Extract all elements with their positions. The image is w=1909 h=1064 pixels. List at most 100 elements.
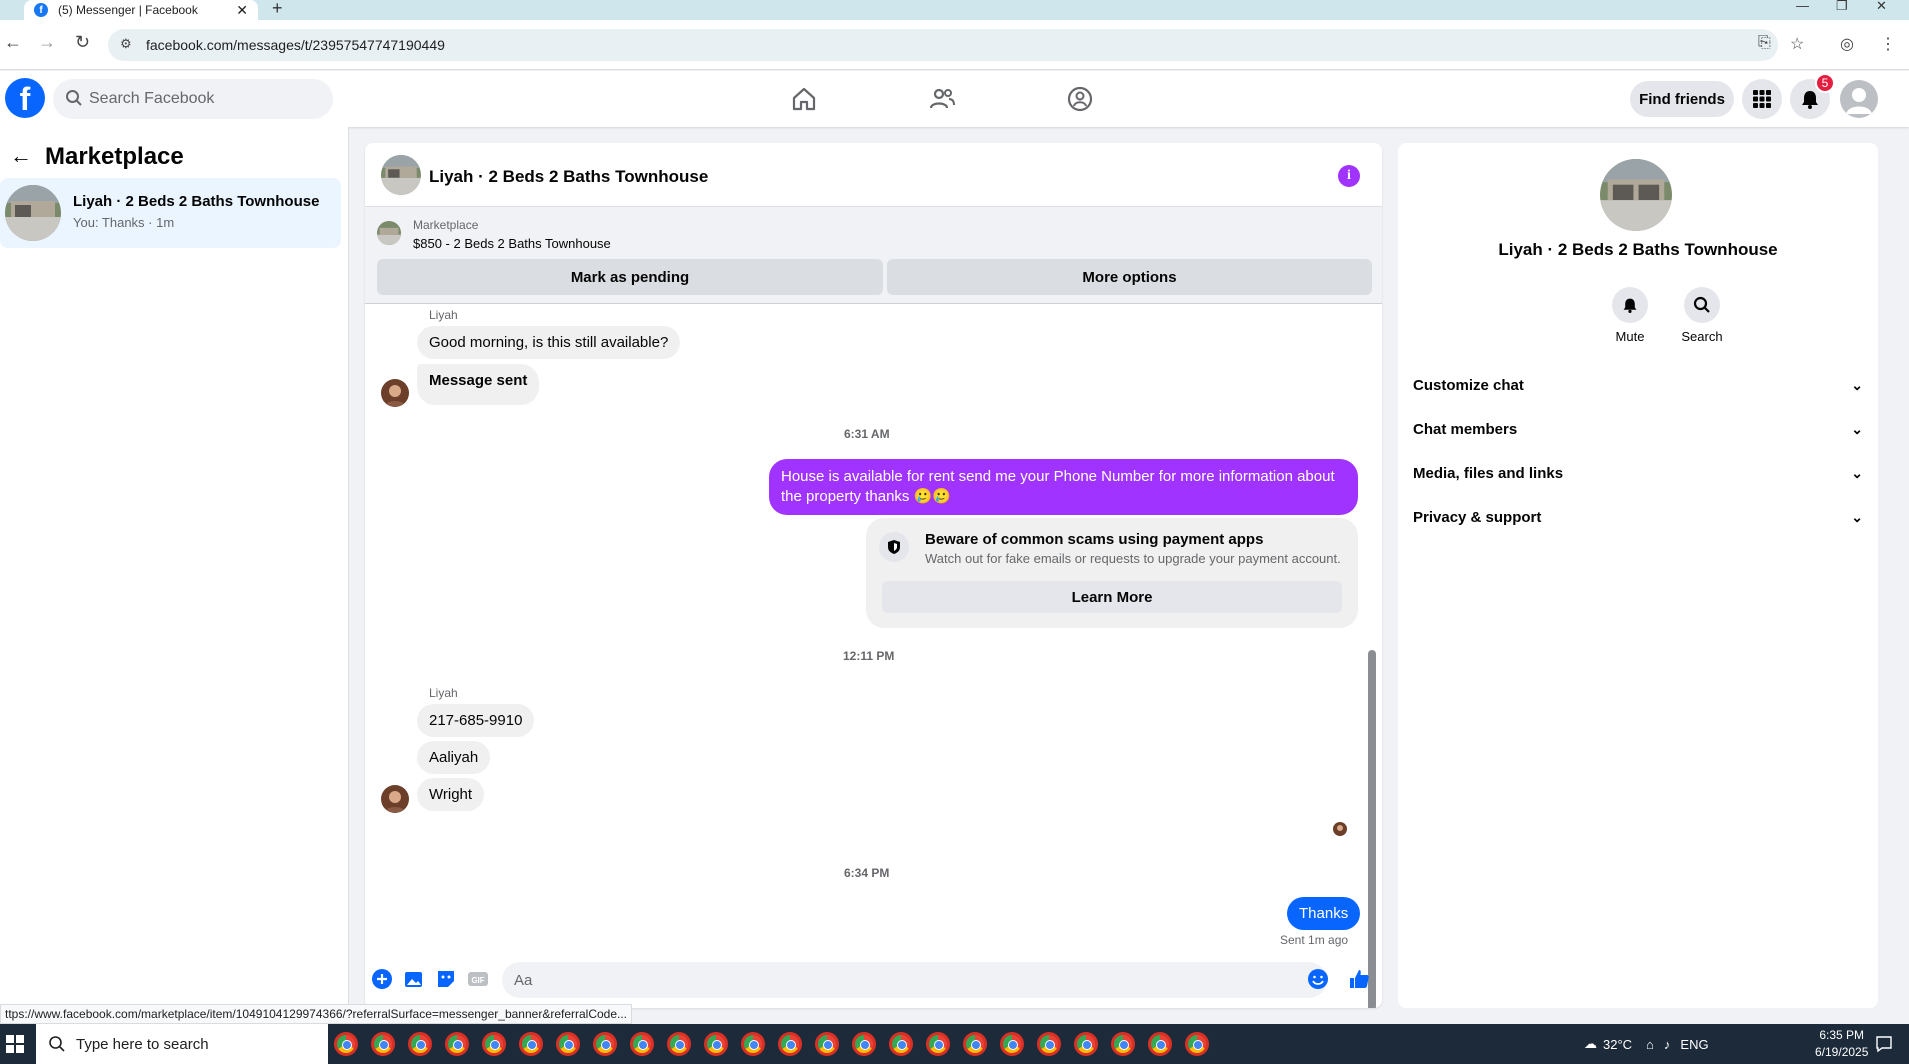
bookmark-star-icon[interactable]: ☆ bbox=[1790, 34, 1804, 54]
profile-icon[interactable]: ◎ bbox=[1840, 34, 1854, 54]
restore-icon[interactable]: ❐ bbox=[1836, 0, 1848, 14]
chrome-icon[interactable] bbox=[889, 1032, 913, 1056]
facebook-search-input[interactable]: Search Facebook bbox=[53, 79, 333, 119]
message-input[interactable]: Aa bbox=[502, 962, 1327, 998]
listing-photo[interactable] bbox=[1600, 159, 1672, 231]
media-files-links-row[interactable]: Media, files and links ⌄ bbox=[1413, 455, 1863, 491]
network-icon[interactable]: ⌂ bbox=[1646, 1037, 1654, 1052]
listing-price-title[interactable]: $850 - 2 Beds 2 Baths Townhouse bbox=[413, 236, 611, 251]
clock-time: 6:35 PM bbox=[1819, 1028, 1865, 1042]
chrome-icon[interactable] bbox=[1111, 1032, 1135, 1056]
home-icon[interactable] bbox=[790, 85, 818, 113]
incoming-message[interactable]: Aaliyah bbox=[417, 741, 491, 774]
taskbar-clock[interactable]: 6:35 PM 6/19/2025 bbox=[1815, 1027, 1868, 1061]
scroll-thumb[interactable] bbox=[1368, 650, 1376, 1008]
chrome-icon[interactable] bbox=[1074, 1032, 1098, 1056]
weather-cloud-icon[interactable]: ☁ bbox=[1584, 1036, 1597, 1052]
friends-icon[interactable] bbox=[928, 85, 956, 113]
temperature[interactable]: 32°C bbox=[1603, 1037, 1632, 1052]
plus-circle-icon[interactable] bbox=[371, 968, 393, 990]
mark-as-pending-button[interactable]: Mark as pending bbox=[377, 259, 883, 295]
find-friends-button[interactable]: Find friends bbox=[1630, 81, 1734, 117]
chrome-icon[interactable] bbox=[1000, 1032, 1024, 1056]
customize-chat-row[interactable]: Customize chat ⌄ bbox=[1413, 367, 1863, 403]
bell-icon bbox=[1612, 287, 1648, 323]
menu-kebab-icon[interactable]: ⋮ bbox=[1880, 34, 1896, 54]
minimize-icon[interactable]: — bbox=[1796, 0, 1809, 13]
language-indicator[interactable]: ENG bbox=[1680, 1037, 1708, 1052]
menu-grid-button[interactable] bbox=[1742, 79, 1782, 119]
incoming-message[interactable]: Wright bbox=[417, 778, 485, 811]
photo-icon[interactable] bbox=[403, 968, 425, 990]
notification-center-icon[interactable] bbox=[1875, 1035, 1893, 1053]
site-info-icon[interactable]: ⚙ bbox=[120, 36, 132, 52]
mute-button[interactable]: Mute bbox=[1600, 287, 1660, 344]
shield-icon bbox=[879, 532, 909, 562]
taskbar-search-input[interactable]: Type here to search bbox=[36, 1024, 328, 1064]
more-options-button[interactable]: More options bbox=[887, 259, 1372, 295]
info-icon[interactable]: i bbox=[1338, 165, 1360, 187]
chrome-icon[interactable] bbox=[852, 1032, 876, 1056]
system-tray: ☁ 32°C ⌂ ♪ ENG bbox=[1584, 1024, 1806, 1064]
windows-start-icon[interactable] bbox=[6, 1035, 24, 1053]
groups-icon[interactable] bbox=[1066, 85, 1094, 113]
chrome-icon[interactable] bbox=[1185, 1032, 1209, 1056]
chrome-icon[interactable] bbox=[963, 1032, 987, 1056]
chrome-icon[interactable] bbox=[445, 1032, 469, 1056]
chrome-icon[interactable] bbox=[778, 1032, 802, 1056]
incoming-message[interactable]: 217-685-9910 bbox=[417, 704, 535, 737]
outgoing-message[interactable]: Thanks bbox=[1287, 897, 1361, 930]
like-thumb-icon[interactable] bbox=[1348, 968, 1370, 990]
scam-subtitle: Watch out for fake emails or requests to… bbox=[925, 551, 1341, 566]
chevron-down-icon: ⌄ bbox=[1851, 464, 1863, 481]
chrome-icon[interactable] bbox=[926, 1032, 950, 1056]
grid-icon bbox=[1753, 90, 1771, 108]
gif-icon[interactable]: GIF bbox=[467, 968, 489, 990]
emoji-icon[interactable] bbox=[1307, 968, 1329, 990]
forward-icon[interactable]: → bbox=[38, 32, 56, 53]
chrome-icon[interactable] bbox=[1148, 1032, 1172, 1056]
address-bar[interactable]: ⚙ facebook.com/messages/t/23957547747190… bbox=[108, 29, 1778, 61]
browser-toolbar: ← → ↻ ⚙ facebook.com/messages/t/23957547… bbox=[0, 20, 1909, 70]
chrome-icon[interactable] bbox=[630, 1032, 654, 1056]
back-arrow-icon[interactable]: ← bbox=[10, 143, 32, 169]
chrome-icon[interactable] bbox=[593, 1032, 617, 1056]
chrome-icon[interactable] bbox=[1037, 1032, 1061, 1056]
incoming-message[interactable]: Message sent bbox=[417, 364, 540, 405]
chrome-icon[interactable] bbox=[667, 1032, 691, 1056]
volume-icon[interactable]: ♪ bbox=[1664, 1037, 1671, 1052]
install-app-icon[interactable]: ⎘ bbox=[1758, 34, 1771, 52]
reload-icon[interactable]: ↻ bbox=[75, 32, 90, 53]
chrome-icon[interactable] bbox=[408, 1032, 432, 1056]
chrome-icon[interactable] bbox=[482, 1032, 506, 1056]
browser-tab[interactable]: f (5) Messenger | Facebook ✕ bbox=[24, 0, 258, 20]
outgoing-message[interactable]: House is available for rent send me your… bbox=[769, 459, 1358, 515]
listing-thumbnail-small[interactable] bbox=[377, 221, 401, 245]
chat-title[interactable]: Liyah · 2 Beds 2 Baths Townhouse bbox=[429, 167, 708, 187]
conversation-item[interactable]: Liyah · 2 Beds 2 Baths Townhouse You: Th… bbox=[0, 178, 341, 248]
chrome-icon[interactable] bbox=[815, 1032, 839, 1056]
chat-scrollbar[interactable] bbox=[1368, 343, 1376, 1008]
back-icon[interactable]: ← bbox=[4, 32, 22, 53]
sender-avatar[interactable] bbox=[381, 785, 409, 813]
chrome-icon[interactable] bbox=[371, 1032, 395, 1056]
chrome-icon[interactable] bbox=[704, 1032, 728, 1056]
facebook-logo-icon[interactable]: f bbox=[5, 78, 45, 118]
search-conversation-button[interactable]: Search bbox=[1672, 287, 1732, 344]
chrome-icon[interactable] bbox=[556, 1032, 580, 1056]
chat-header-thumbnail[interactable] bbox=[381, 155, 421, 195]
learn-more-button[interactable]: Learn More bbox=[882, 581, 1342, 613]
incoming-message[interactable]: Good morning, is this still available? bbox=[417, 326, 681, 359]
chrome-icon[interactable] bbox=[741, 1032, 765, 1056]
chat-members-row[interactable]: Chat members ⌄ bbox=[1413, 411, 1863, 447]
account-avatar[interactable] bbox=[1840, 80, 1878, 118]
chat-panel: Liyah · 2 Beds 2 Baths Townhouse i Marke… bbox=[365, 143, 1382, 1008]
new-tab-icon[interactable]: + bbox=[272, 0, 283, 19]
sender-avatar[interactable] bbox=[381, 379, 409, 407]
close-tab-icon[interactable]: ✕ bbox=[236, 2, 248, 19]
chrome-icon[interactable] bbox=[519, 1032, 543, 1056]
chrome-icon[interactable] bbox=[334, 1032, 358, 1056]
sticker-icon[interactable] bbox=[435, 968, 457, 990]
close-window-icon[interactable]: ✕ bbox=[1876, 0, 1887, 14]
privacy-support-row[interactable]: Privacy & support ⌄ bbox=[1413, 499, 1863, 535]
